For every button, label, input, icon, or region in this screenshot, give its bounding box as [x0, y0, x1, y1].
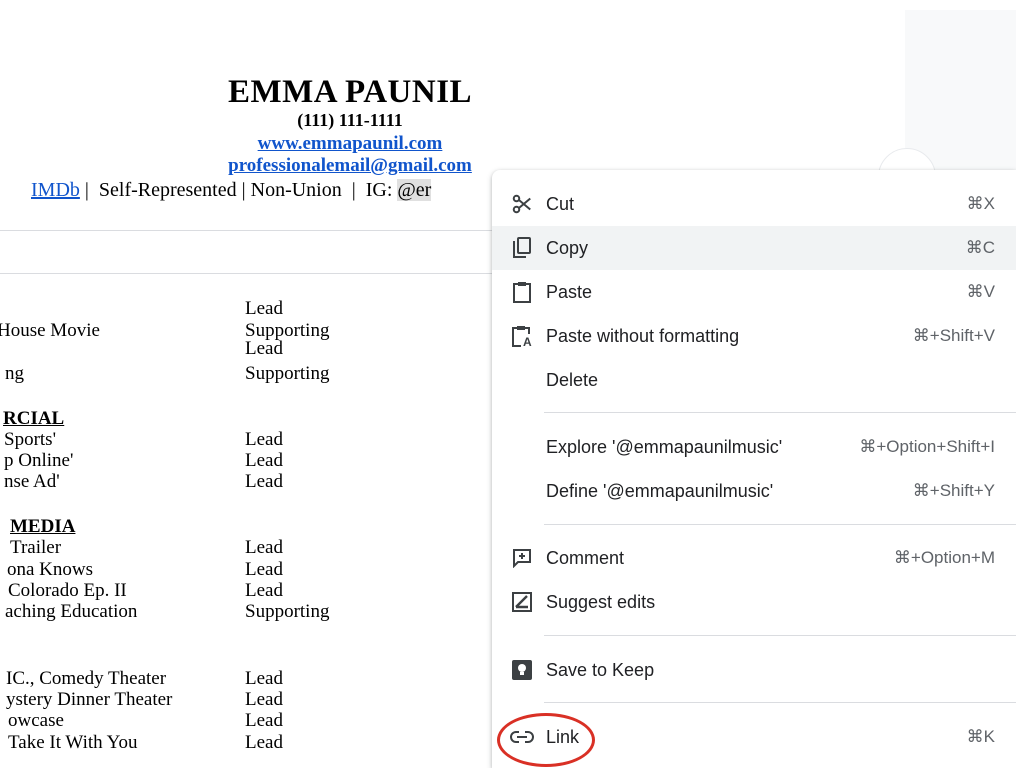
credit-title: p Online'	[4, 450, 74, 471]
menu-item-suggest-edits[interactable]: Suggest edits	[492, 580, 1016, 624]
credit-role: Lead	[245, 732, 283, 753]
credits-table: Lead House Movie Supporting Lead ng Supp…	[0, 296, 492, 766]
annotation-circle	[497, 713, 595, 767]
credit-title: ng	[5, 363, 24, 384]
menu-item-shortcut: ⌘C	[965, 238, 995, 257]
resume-phone: (111) 111-1111	[297, 110, 403, 130]
credit-role: Lead	[245, 580, 283, 601]
credit-row: Sports' Lead	[0, 429, 492, 451]
menu-item-shortcut: ⌘+Option+Shift+I	[859, 437, 995, 456]
menu-item-save-to-keep[interactable]: Save to Keep	[492, 648, 1016, 692]
menu-item-shortcut: ⌘+Shift+Y	[912, 481, 995, 500]
credit-role: Lead	[245, 471, 283, 492]
credit-row: Take It With You Lead	[0, 732, 492, 754]
credit-title: Colorado Ep. II	[8, 580, 127, 601]
resume-website-link[interactable]: www.emmapaunil.com	[150, 133, 550, 155]
credit-role: Lead	[245, 429, 283, 450]
credit-title: Sports'	[4, 429, 56, 450]
selected-handle[interactable]: @er	[397, 179, 432, 201]
credit-title: ona Knows	[7, 559, 94, 580]
credit-row: nse Ad' Lead	[0, 471, 492, 493]
credit-row: ng Supporting	[0, 363, 492, 385]
menu-item-shortcut: ⌘+Shift+V	[912, 326, 995, 345]
credit-row: Trailer Lead	[0, 537, 492, 559]
comment-add-icon	[510, 547, 534, 569]
credit-row: ona Knows Lead	[0, 559, 492, 581]
menu-item-label: Copy	[546, 237, 589, 258]
credit-role: Lead	[245, 559, 283, 580]
menu-item-shortcut: ⌘K	[966, 727, 995, 746]
resume-info-line: IMDb | Self-Represented | Non-Union | IG…	[31, 179, 501, 209]
credit-title: Trailer	[10, 537, 62, 558]
credit-title: IC., Comedy Theater	[6, 668, 167, 689]
credit-row: IC., Comedy Theater Lead	[0, 668, 492, 690]
info-text: | Self-Represented | Non-Union | IG:	[79, 179, 398, 201]
section-heading-new-media: MEDIA	[10, 516, 76, 537]
table-divider-header	[0, 273, 492, 274]
credit-title: Take It With You	[8, 732, 138, 753]
menu-item-label: Paste without formatting	[546, 325, 740, 346]
credit-role: Supporting	[245, 363, 330, 384]
svg-text:A: A	[523, 335, 532, 347]
context-menu: Cut ⌘X Copy ⌘C Paste ⌘V A Paste without …	[492, 170, 1016, 768]
credit-role: Lead	[245, 450, 283, 471]
section-heading-commercial: RCIAL	[3, 408, 65, 429]
imdb-link[interactable]: IMDb	[31, 179, 80, 201]
menu-item-paste-without-formatting[interactable]: A Paste without formatting ⌘+Shift+V	[492, 314, 1016, 358]
menu-item-define[interactable]: Define '@emmapaunilmusic' ⌘+Shift+Y	[492, 469, 1016, 513]
menu-item-cut[interactable]: Cut ⌘X	[492, 182, 1016, 226]
credit-row: Lead	[0, 338, 492, 360]
credit-title: nse Ad'	[4, 471, 60, 492]
clipboard-icon	[510, 281, 534, 303]
scissors-icon	[510, 193, 534, 215]
credit-title: aching Education	[5, 601, 138, 622]
menu-separator	[544, 524, 1016, 525]
menu-item-explore[interactable]: Explore '@emmapaunilmusic' ⌘+Option+Shif…	[492, 425, 1016, 469]
credit-row: Colorado Ep. II Lead	[0, 580, 492, 602]
resume-email-link[interactable]: professionalemail@gmail.com	[150, 155, 550, 177]
menu-item-copy[interactable]: Copy ⌘C	[492, 226, 1016, 270]
menu-item-shortcut: ⌘X	[966, 194, 995, 213]
menu-item-label: Comment	[546, 547, 625, 568]
menu-item-label: Paste	[546, 281, 593, 302]
credit-role: Lead	[245, 710, 283, 731]
credit-row: owcase Lead	[0, 710, 492, 732]
credit-row: ystery Dinner Theater Lead	[0, 689, 492, 711]
menu-item-comment[interactable]: Comment ⌘+Option+M	[492, 536, 1016, 580]
menu-item-shortcut: ⌘V	[966, 282, 995, 301]
keep-icon	[510, 659, 534, 681]
copy-icon	[510, 237, 534, 259]
menu-item-label: Save to Keep	[546, 659, 655, 680]
credit-role: Lead	[245, 298, 283, 319]
credit-role: Lead	[245, 689, 283, 710]
credit-role: Lead	[245, 537, 283, 558]
clipboard-text-icon: A	[510, 325, 534, 347]
menu-item-shortcut: ⌘+Option+M	[893, 548, 995, 567]
credit-row: Lead	[0, 298, 492, 320]
menu-separator	[544, 635, 1016, 636]
table-divider-top	[0, 230, 492, 231]
credit-role: Lead	[245, 338, 283, 359]
credit-row: aching Education Supporting	[0, 601, 492, 623]
resume-name: EMMA PAUNIL	[227, 74, 473, 110]
menu-item-label: Delete	[546, 369, 599, 390]
credit-title: owcase	[8, 710, 64, 731]
credit-row: p Online' Lead	[0, 450, 492, 472]
menu-item-label: Cut	[546, 193, 575, 214]
menu-item-paste[interactable]: Paste ⌘V	[492, 270, 1016, 314]
menu-separator	[544, 412, 1016, 413]
menu-separator	[544, 702, 1016, 703]
credit-role: Lead	[245, 668, 283, 689]
suggest-edit-icon	[510, 591, 534, 613]
credit-role: Supporting	[245, 601, 330, 622]
menu-item-label: Define '@emmapaunilmusic'	[546, 480, 774, 501]
menu-item-label: Explore '@emmapaunilmusic'	[546, 436, 783, 457]
menu-item-delete[interactable]: Delete	[492, 358, 1016, 402]
menu-item-label: Suggest edits	[546, 591, 656, 612]
credit-title: ystery Dinner Theater	[6, 689, 173, 710]
